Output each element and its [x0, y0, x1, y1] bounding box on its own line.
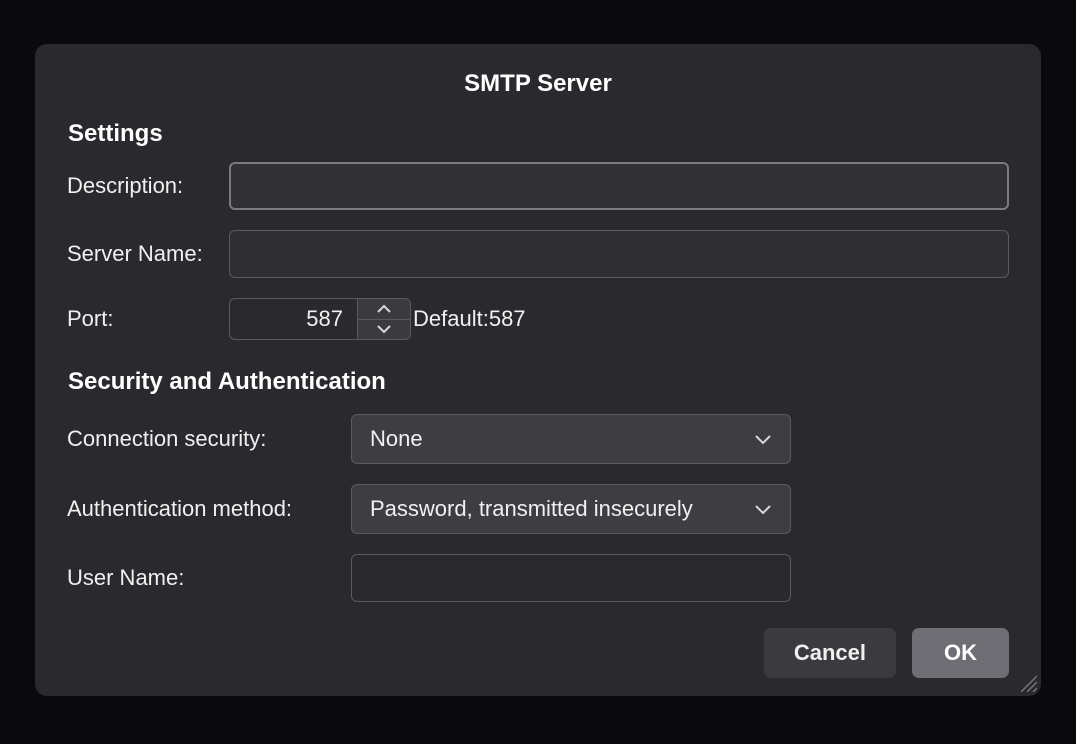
settings-heading: Settings — [35, 120, 1041, 148]
username-row: User Name: — [67, 554, 1009, 602]
settings-form: Description: Server Name: Port: Default: — [35, 162, 1041, 340]
description-input[interactable] — [229, 162, 1009, 210]
auth-method-select[interactable]: Password, transmitted insecurely — [351, 484, 791, 534]
security-heading: Security and Authentication — [35, 368, 1041, 396]
description-label: Description: — [67, 173, 229, 199]
port-row: Port: Default:587 — [67, 298, 1009, 340]
port-label: Port: — [67, 306, 229, 332]
chevron-down-icon — [754, 433, 772, 445]
username-input[interactable] — [351, 554, 791, 602]
auth-method-label: Authentication method: — [67, 496, 351, 522]
smtp-server-dialog: SMTP Server Settings Description: Server… — [35, 44, 1041, 696]
port-stepper — [357, 298, 411, 340]
chevron-up-icon — [376, 304, 392, 314]
security-form: Connection security: None Authentication… — [35, 414, 1041, 602]
port-step-down[interactable] — [358, 320, 410, 340]
auth-method-row: Authentication method: Password, transmi… — [67, 484, 1009, 534]
dialog-buttons: Cancel OK — [35, 622, 1041, 678]
server-name-input[interactable] — [229, 230, 1009, 278]
chevron-down-icon — [376, 324, 392, 334]
chevron-down-icon — [754, 503, 772, 515]
dialog-title: SMTP Server — [35, 44, 1041, 120]
connection-security-row: Connection security: None — [67, 414, 1009, 464]
port-input-group: Default:587 — [229, 298, 526, 340]
port-default-label: Default:587 — [413, 306, 526, 332]
server-name-row: Server Name: — [67, 230, 1009, 278]
description-row: Description: — [67, 162, 1009, 210]
server-name-label: Server Name: — [67, 241, 229, 267]
username-label: User Name: — [67, 565, 351, 591]
port-input[interactable] — [229, 298, 357, 340]
connection-security-label: Connection security: — [67, 426, 351, 452]
connection-security-select[interactable]: None — [351, 414, 791, 464]
resize-grip-icon — [1017, 672, 1037, 692]
resize-handle[interactable] — [1017, 672, 1037, 692]
ok-button[interactable]: OK — [912, 628, 1009, 678]
cancel-button[interactable]: Cancel — [764, 628, 896, 678]
port-step-up[interactable] — [358, 299, 410, 320]
auth-method-value: Password, transmitted insecurely — [370, 496, 693, 522]
connection-security-value: None — [370, 426, 423, 452]
